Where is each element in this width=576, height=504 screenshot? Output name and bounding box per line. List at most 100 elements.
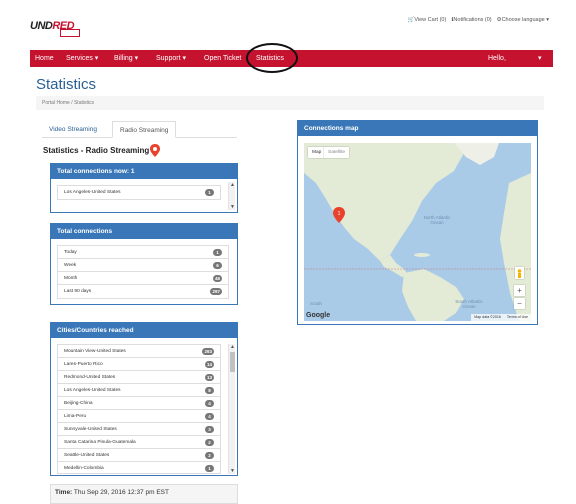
count-badge: 14 [204,361,214,368]
list-item: Medellin-Colombia 1 [58,462,220,473]
count-badge: 13 [204,374,214,381]
stream-tabs: Video Streaming Radio Streaming [42,121,237,138]
connections-map[interactable]: 1 Map Satellite North Atlantic Ocean Sou… [304,143,531,321]
scroll-thumb[interactable] [230,352,235,372]
nav-home[interactable]: Home [35,50,54,67]
count-badge: 4 [205,400,214,407]
google-logo: Google [306,312,331,319]
list-item: Santa Catarina Pinula-Guatemala 2 [58,436,220,449]
connections-map-panel: Connections map 1 Map Satellite North At… [297,120,538,325]
count-badge: 46 [212,275,222,282]
zoom-out-button[interactable]: − [514,298,525,309]
list-item-label: Beijing-China [64,401,93,406]
time-display: Time: Thu Sep 29, 2016 12:37 pm EST [50,484,238,504]
cities-title: Cities/Countries reached [51,323,237,338]
section-title: Statistics - Radio Streaming [43,146,150,155]
list-item-label: Redmond-United States [64,375,116,380]
cities-panel: Cities/Countries reached Mountain View-U… [50,322,238,476]
scroll-up-icon[interactable]: ▲ [230,182,235,188]
list-item-label: Month [64,276,78,281]
terms-of-use-link[interactable]: Terms of Use [507,314,528,321]
street-view-pegman-icon[interactable] [515,267,524,279]
page-title: Statistics [36,76,97,93]
cities-list: Mountain View-United States 263 Lares-Pue… [57,344,221,474]
nav-billing-label: Billing [114,55,133,62]
connections-now-scrollbar[interactable]: ▲ ▼ [228,182,235,210]
notifications-link[interactable]: ℹNotifications (0) [451,17,491,23]
site-logo[interactable]: UNDRED [30,18,82,38]
view-cart-label: View Cart (0) [414,17,447,23]
scroll-down-icon[interactable]: ▼ [230,468,235,474]
count-badge: 263 [202,348,214,355]
connections-now-list: Los Angeles-United States 1 [57,185,221,200]
list-item: Month 46 [58,272,228,285]
ocean-label-north-atlantic: North Atlantic Ocean [423,215,451,225]
list-item: Mountain View-United States 263 [58,345,220,358]
map-type-map-button[interactable]: Map [308,147,326,158]
total-connections-list: Today 1 Week 6 Month 46 Last 90 days 297 [57,245,229,299]
map-type-satellite-button[interactable]: Satellite [324,147,350,158]
count-badge: 2 [205,439,214,446]
map-attribution: Map data ©2016 Terms of Use [471,314,531,321]
tab-radio-streaming[interactable]: Radio Streaming [112,121,177,138]
scroll-up-icon[interactable]: ▲ [230,344,235,350]
nav-support-label: Support [156,55,181,62]
notifications-label: Notifications (0) [453,17,492,23]
world-map: 1 [304,143,531,321]
list-item-label: Santa Catarina Pinula-Guatemala [64,440,136,445]
list-item: Los Angeles-United States 8 [58,384,220,397]
nav-user-greeting[interactable]: Hello, [488,50,506,67]
logo-mark [60,29,80,37]
list-item: Lares-Puerto Rico 14 [58,358,220,371]
highlight-circle [246,43,298,73]
language-link[interactable]: ⚙Choose language ▾ [497,17,549,23]
nav-support[interactable]: Support ▾ [156,50,186,67]
user-dropdown-icon[interactable]: ▾ [538,50,542,67]
count-badge: 2 [205,452,214,459]
list-item-label: Sunnyvale-United States [64,427,117,432]
top-links: 🛒View Cart (0) ℹNotifications (0) ⚙Choos… [407,17,549,23]
list-item: Today 1 [58,246,228,259]
ocean-label-south-atlantic: South Atlantic Ocean [455,299,483,309]
list-item-label: Mountain View-United States [64,349,126,354]
breadcrumb-home[interactable]: Portal Home [42,100,70,106]
count-badge: 297 [210,288,222,295]
nav-services[interactable]: Services ▾ [66,50,98,67]
list-item-label: Last 90 days [64,289,92,294]
count-badge: 8 [205,387,214,394]
list-item-label: Medellin-Colombia [64,466,104,471]
nav-billing[interactable]: Billing ▾ [114,50,138,67]
list-item: Seattle-United States 2 [58,449,220,462]
breadcrumb-current: Statistics [73,100,94,106]
connections-map-title: Connections map [298,121,537,136]
scroll-down-icon[interactable]: ▼ [230,204,235,210]
breadcrumb: Portal Home / Statistics [36,96,544,110]
total-connections-title: Total connections [51,224,237,239]
count-badge: 1 [205,189,214,196]
list-item: Week 6 [58,259,228,272]
list-item: Los Angeles-United States 1 [58,186,220,199]
list-item: Redmond-United States 13 [58,371,220,384]
count-badge: 4 [205,413,214,420]
connections-now-title: Total connections now: 1 [51,164,237,179]
cities-scrollbar[interactable]: ▲ ▼ [228,344,235,474]
time-value: Thu Sep 29, 2016 12:37 pm EST [73,489,169,496]
list-item: Beijing-China 4 [58,397,220,410]
tab-video-streaming[interactable]: Video Streaming [42,121,104,138]
list-item: Last 90 days 297 [58,285,228,298]
connections-now-panel: Total connections now: 1 Los Angeles-Uni… [50,163,238,213]
zoom-in-button[interactable]: + [514,285,525,296]
language-label: Choose language [501,17,545,23]
map-pin-icon [150,144,160,157]
top-header: UNDRED 🛒View Cart (0) ℹNotifications (0)… [0,0,576,50]
list-item-label: Today [64,250,77,255]
total-connections-panel: Total connections Today 1 Week 6 Month 46 L… [50,223,238,305]
list-item-label: Seattle-United States [64,453,110,458]
map-data-credit: Map data ©2016 [474,315,501,319]
list-item-label: Los Angeles-United States [64,190,121,195]
nav-services-label: Services [66,55,93,62]
nav-open-ticket[interactable]: Open Ticket [204,50,241,67]
marker-count: 1 [338,211,341,217]
view-cart-link[interactable]: 🛒View Cart (0) [407,17,446,23]
count-badge: 1 [205,465,214,472]
